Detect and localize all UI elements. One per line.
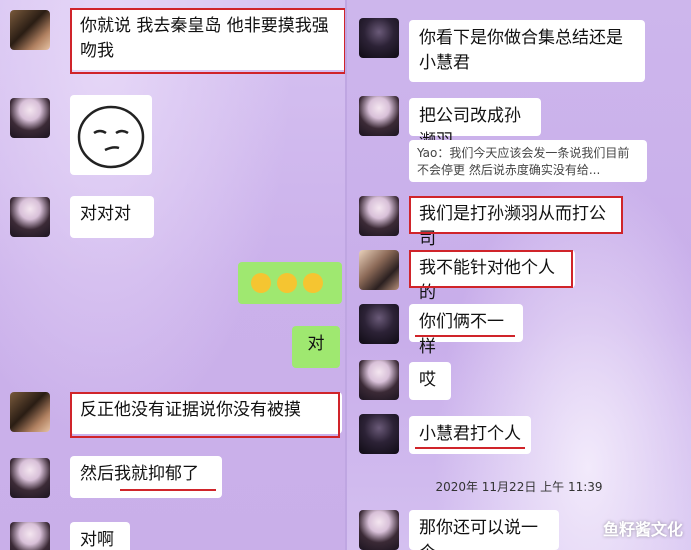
- timestamp: 2020年 11月22日 上午 11:39: [435, 480, 603, 494]
- message-bubble: 然后我就抑郁了: [70, 456, 222, 498]
- highlight-box: [409, 250, 573, 288]
- highlight-underline: [415, 447, 525, 449]
- laughing-tears-emoji-icon: [251, 273, 271, 293]
- avatar[interactable]: [10, 197, 50, 237]
- message-text: 对: [307, 334, 325, 354]
- avatar[interactable]: [359, 304, 399, 344]
- avatar[interactable]: [359, 414, 399, 454]
- laughing-tears-emoji-icon: [277, 273, 297, 293]
- sent-message-bubble: 对: [292, 326, 340, 368]
- highlight-box: [70, 392, 340, 438]
- avatar[interactable]: [359, 360, 399, 400]
- avatar[interactable]: [359, 196, 399, 236]
- avatar[interactable]: [359, 18, 399, 58]
- quoted-reply[interactable]: Yao：我们今天应该会发一条说我们目前不会停更 然后说赤度确实没有给...: [409, 140, 647, 182]
- avatar[interactable]: [10, 10, 50, 50]
- message-bubble: 对对对: [70, 196, 154, 238]
- message-bubble: 那你还可以说一个: [409, 510, 559, 550]
- message-text: 小慧君打个人: [419, 424, 521, 444]
- avatar[interactable]: [359, 510, 399, 550]
- message-text: 那你还可以说一个: [419, 518, 538, 550]
- message-bubble: 你看下是你做合集总结还是小慧君: [409, 20, 645, 82]
- message-text: 对对对: [80, 204, 131, 224]
- highlight-box: [70, 8, 345, 74]
- quoted-reply-text: Yao：我们今天应该会发一条说我们目前不会停更 然后说赤度确实没有给...: [417, 146, 630, 177]
- smug-face-sticker[interactable]: [70, 95, 152, 175]
- message-text: 然后我就抑郁了: [80, 464, 199, 484]
- watermark: 鱼籽酱文化: [602, 520, 683, 539]
- message-bubble: 把公司改成孙濒羽: [409, 98, 541, 151]
- message-bubble: 对啊: [70, 522, 130, 550]
- avatar[interactable]: [10, 392, 50, 432]
- smug-face-icon: [77, 105, 145, 169]
- highlight-underline: [415, 335, 515, 337]
- highlight-box: [409, 196, 623, 234]
- highlight-underline: [120, 489, 216, 491]
- right-chat-panel: 你看下是你做合集总结还是小慧君 把公司改成孙濒羽 Yao：我们今天应该会发一条说…: [347, 0, 691, 550]
- message-bubble: 哎: [409, 362, 451, 400]
- avatar[interactable]: [10, 458, 50, 498]
- avatar[interactable]: [359, 96, 399, 136]
- avatar[interactable]: [10, 98, 50, 138]
- sent-emoji-bubble: [238, 262, 342, 304]
- avatar[interactable]: [359, 250, 399, 290]
- avatar[interactable]: [10, 522, 50, 550]
- message-text: 对啊: [80, 530, 114, 550]
- message-text: 哎: [419, 370, 436, 390]
- left-chat-panel: 你就说 我去秦皇岛 他非要摸我强吻我 对对对 对 反正他没有证据说你没有被摸 然…: [0, 0, 345, 550]
- message-text: 你看下是你做合集总结还是小慧君: [419, 28, 623, 73]
- laughing-tears-emoji-icon: [303, 273, 323, 293]
